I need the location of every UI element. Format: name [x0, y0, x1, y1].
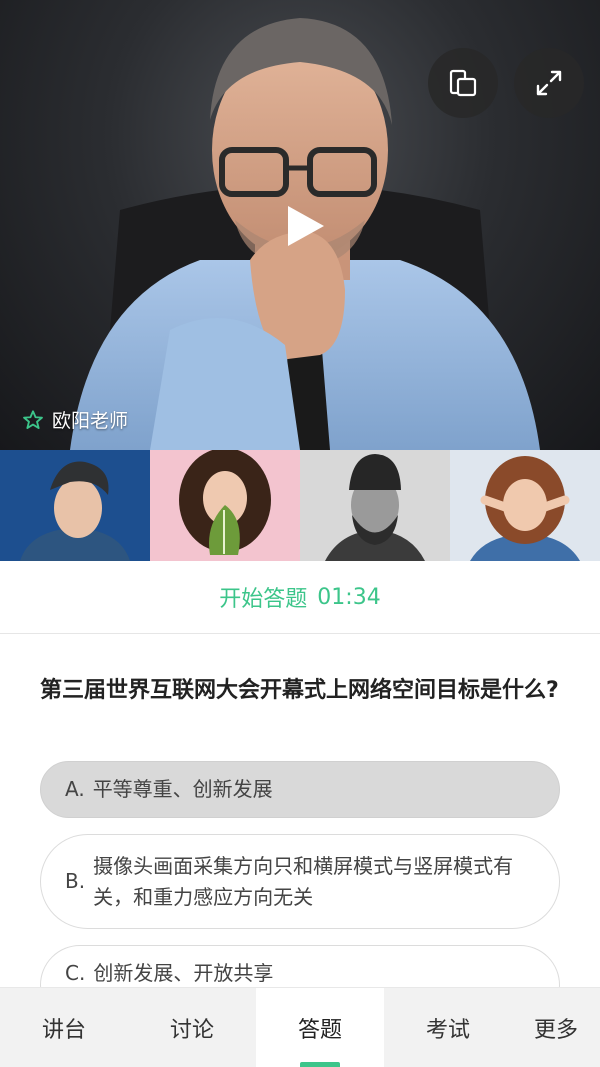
option-label: 摄像头画面采集方向只和横屏模式与竖屏模式有关，和重力感应方向无关 — [93, 853, 514, 909]
option-a[interactable]: A. 平等尊重、创新发展 — [40, 761, 560, 818]
answer-title: 开始答题 — [219, 587, 308, 612]
tab-exam[interactable]: 考试 — [384, 988, 512, 1067]
option-label: 平等尊重、创新发展 — [92, 777, 273, 801]
bottom-tab-bar: 讲台 讨论 答题 考试 更多 — [0, 987, 600, 1067]
student-thumbnail[interactable] — [300, 450, 450, 561]
tab-answer[interactable]: 答题 — [256, 988, 384, 1067]
tab-label: 讨论 — [169, 1018, 214, 1043]
answer-timer-header: 开始答题 01:34 — [0, 561, 600, 634]
star-outline-icon[interactable] — [22, 409, 44, 431]
answer-timer: 01:34 — [317, 584, 381, 610]
student-thumbnail[interactable] — [450, 450, 600, 561]
tab-lectern[interactable]: 讲台 — [0, 988, 128, 1067]
student-thumbnail[interactable] — [0, 450, 150, 561]
active-tab-indicator — [300, 1062, 340, 1067]
teacher-name: 欧阳老师 — [52, 410, 129, 432]
tab-label: 考试 — [425, 1018, 470, 1043]
layout-switch-icon — [449, 69, 477, 97]
fullscreen-button[interactable] — [514, 48, 584, 118]
option-key: A. — [65, 777, 85, 801]
layout-switch-button[interactable] — [428, 48, 498, 118]
option-key: B. — [65, 869, 86, 893]
tab-label: 更多 — [533, 1018, 578, 1043]
tab-discussion[interactable]: 讨论 — [128, 988, 256, 1067]
question-text: 第三届世界互联网大会开幕式上网络空间目标是什么? — [40, 678, 559, 703]
option-b[interactable]: B. 摄像头画面采集方向只和横屏模式与竖屏模式有关，和重力感应方向无关 — [40, 834, 560, 929]
play-icon[interactable] — [284, 203, 328, 249]
teacher-name-tag: 欧阳老师 — [22, 406, 128, 433]
option-label: 创新发展、开放共享 — [93, 961, 274, 985]
teacher-video[interactable]: 欧阳老师 — [0, 0, 600, 450]
tab-label: 答题 — [297, 1018, 342, 1043]
student-thumbnail-strip — [0, 450, 600, 561]
fullscreen-icon — [536, 70, 562, 96]
student-thumbnail[interactable] — [150, 450, 300, 561]
option-key: C. — [65, 961, 86, 985]
tab-more[interactable]: 更多 — [512, 988, 600, 1067]
tab-label: 讲台 — [41, 1018, 86, 1043]
